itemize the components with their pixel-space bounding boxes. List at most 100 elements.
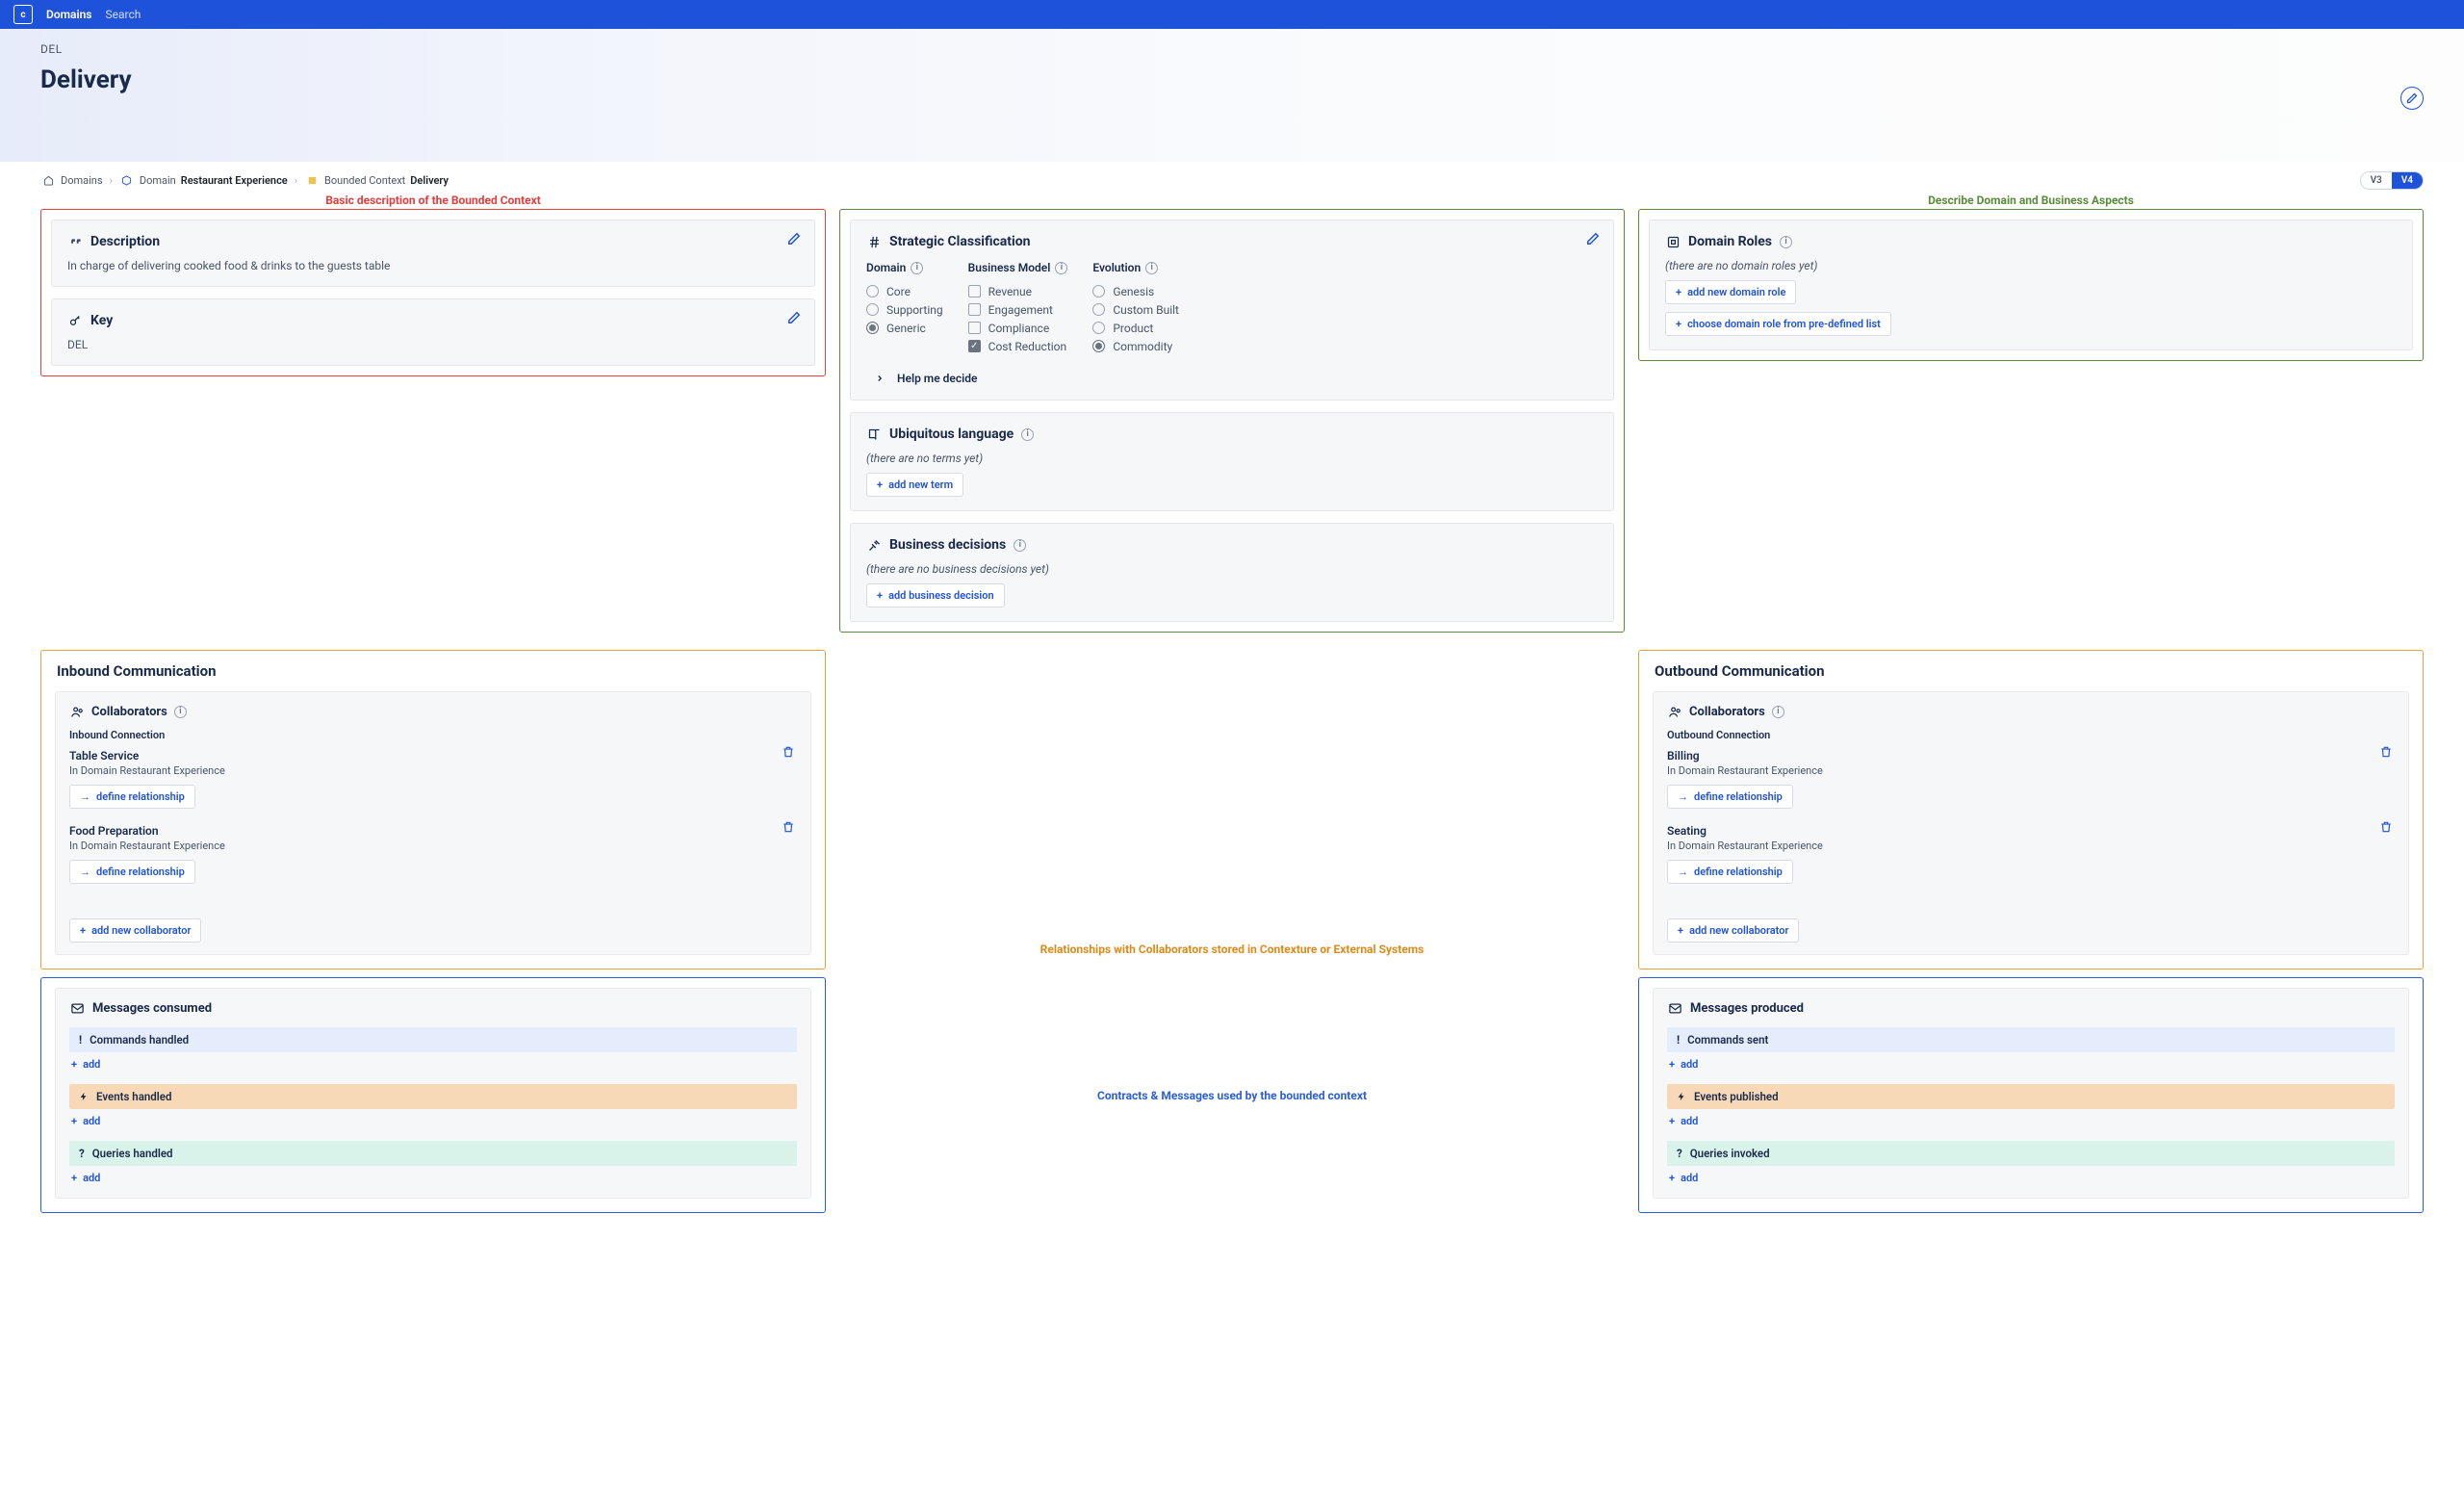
breadcrumb-domain[interactable]: Domain Restaurant Experience: [119, 173, 288, 189]
annotation-contracts: Contracts & Messages used by the bounded…: [1097, 1089, 1367, 1102]
define-relationship-button[interactable]: →define relationship: [69, 785, 195, 809]
inbound-collaborator-item: Table Service In Domain Restaurant Exper…: [69, 741, 797, 816]
basic-description-group: Description In charge of delivering cook…: [40, 209, 826, 376]
messages-produced-title: Messages produced: [1690, 1001, 1804, 1016]
strategic-domain-supporting[interactable]: Supporting: [866, 300, 943, 319]
tile-icon: [304, 173, 320, 189]
inbound-group: Inbound Communication Collaborators i In…: [40, 650, 826, 969]
delete-collaborator-button[interactable]: [2379, 820, 2395, 836]
bolt-icon: [1677, 1091, 1686, 1102]
breadcrumb-context[interactable]: Bounded Context Delivery: [304, 173, 449, 189]
breadcrumb-home[interactable]: Domains: [40, 173, 103, 189]
key-icon: [67, 313, 83, 328]
edit-key-button[interactable]: [785, 309, 803, 326]
add-command-sent-button[interactable]: +add: [1667, 1052, 1700, 1073]
inbound-title: Inbound Communication: [41, 651, 825, 685]
strategic-bm-compliance[interactable]: Compliance: [968, 319, 1068, 337]
version-toggle[interactable]: V3 V4: [2360, 171, 2424, 190]
description-title: Description: [90, 234, 160, 249]
bounded-context-code: DEL: [40, 42, 2424, 56]
add-inbound-collaborator-button[interactable]: +add new collaborator: [69, 918, 201, 943]
key-card: Key DEL: [51, 298, 815, 366]
queries-handled-header: ? Queries handled: [69, 1141, 797, 1166]
annotation-aspects: Describe Domain and Business Aspects: [1638, 194, 2424, 207]
add-event-published-button[interactable]: +add: [1667, 1109, 1700, 1129]
commands-sent-header: ! Commands sent: [1667, 1027, 2395, 1052]
inbound-collab-title: Collaborators: [91, 705, 167, 719]
chevron-right-icon: [872, 371, 887, 386]
chevron-right-icon: ›: [295, 174, 297, 187]
strategic-domain-generic[interactable]: Generic: [866, 319, 943, 337]
ubiquitous-title: Ubiquitous language: [889, 426, 1014, 442]
info-icon[interactable]: i: [1780, 236, 1792, 248]
info-icon[interactable]: i: [1145, 262, 1158, 274]
add-event-handled-button[interactable]: +add: [69, 1109, 102, 1129]
info-icon[interactable]: i: [1021, 428, 1034, 441]
bizdec-title: Business decisions: [889, 537, 1006, 553]
delete-collaborator-button[interactable]: [782, 820, 797, 836]
strategic-evo-custom[interactable]: Custom Built: [1092, 300, 1179, 319]
outbound-connection-label: Outbound Connection: [1667, 729, 2395, 741]
define-relationship-button[interactable]: →define relationship: [1667, 860, 1793, 884]
outbound-collaborator-item: Billing In Domain Restaurant Experience …: [1667, 741, 2395, 816]
events-handled-header: Events handled: [69, 1084, 797, 1109]
help-me-decide-button[interactable]: Help me decide: [866, 371, 1598, 386]
domain-roles-group: Domain Roles i (there are no domain role…: [1638, 209, 2424, 361]
roles-icon: [1665, 234, 1681, 249]
add-role-button[interactable]: +add new domain role: [1665, 280, 1796, 304]
question-icon: ?: [1677, 1147, 1682, 1160]
delete-collaborator-button[interactable]: [782, 745, 797, 761]
nav-search-link[interactable]: Search: [105, 8, 141, 21]
ubiquitous-card: Ubiquitous language i (there are no term…: [850, 412, 1614, 511]
envelope-out-icon: [1667, 1000, 1682, 1016]
version-v3[interactable]: V3: [2361, 172, 2392, 189]
question-icon: ?: [79, 1147, 85, 1160]
define-relationship-button[interactable]: →define relationship: [1667, 785, 1793, 809]
chevron-right-icon: ›: [110, 174, 113, 187]
edit-page-button[interactable]: [2400, 87, 2424, 110]
info-icon[interactable]: i: [174, 706, 187, 718]
strategic-bm-cost[interactable]: ✓Cost Reduction: [968, 337, 1068, 355]
define-relationship-button[interactable]: →define relationship: [69, 860, 195, 884]
strategic-domain-core[interactable]: Core: [866, 282, 943, 300]
key-title: Key: [90, 313, 113, 328]
strategic-evo-column: Evolutioni Genesis Custom Built Product …: [1092, 261, 1179, 355]
info-icon[interactable]: i: [1772, 706, 1784, 718]
add-command-handled-button[interactable]: +add: [69, 1052, 102, 1073]
brand-logo[interactable]: c: [13, 5, 33, 24]
nav-domains-link[interactable]: Domains: [46, 8, 91, 21]
outbound-collaborator-item: Seating In Domain Restaurant Experience …: [1667, 816, 2395, 892]
messages-consumed-title: Messages consumed: [92, 1001, 212, 1016]
delete-collaborator-button[interactable]: [2379, 745, 2395, 761]
exclamation-icon: !: [79, 1033, 82, 1047]
info-icon[interactable]: i: [911, 262, 923, 274]
edit-description-button[interactable]: [785, 230, 803, 247]
messages-consumed-card: Messages consumed ! Commands handled +ad…: [55, 988, 811, 1199]
bolt-icon: [79, 1091, 89, 1102]
quote-icon: [67, 234, 83, 249]
page-title: Delivery: [40, 65, 2424, 94]
roles-empty: (there are no domain roles yet): [1665, 259, 2397, 272]
add-term-button[interactable]: +add new term: [866, 473, 963, 497]
add-query-invoked-button[interactable]: +add: [1667, 1166, 1700, 1186]
strategic-domain-column: Domaini Core Supporting Generic: [866, 261, 943, 355]
inbound-collaborators-card: Collaborators i Inbound Connection Table…: [55, 691, 811, 955]
version-v4[interactable]: V4: [2392, 172, 2423, 189]
add-query-handled-button[interactable]: +add: [69, 1166, 102, 1186]
choose-role-button[interactable]: +choose domain role from pre-defined lis…: [1665, 312, 1891, 336]
commands-handled-header: ! Commands handled: [69, 1027, 797, 1052]
messages-produced-group: Messages produced ! Commands sent +add E…: [1638, 977, 2424, 1213]
domain-roles-card: Domain Roles i (there are no domain role…: [1649, 220, 2413, 350]
outbound-collab-title: Collaborators: [1689, 705, 1765, 719]
strategic-bm-revenue[interactable]: Revenue: [968, 282, 1068, 300]
info-icon[interactable]: i: [1014, 539, 1026, 552]
key-value: DEL: [67, 338, 799, 351]
add-outbound-collaborator-button[interactable]: +add new collaborator: [1667, 918, 1799, 943]
strategic-evo-commodity[interactable]: Commodity: [1092, 337, 1179, 355]
info-icon[interactable]: i: [1055, 262, 1067, 274]
strategic-evo-product[interactable]: Product: [1092, 319, 1179, 337]
edit-strategic-button[interactable]: [1584, 230, 1602, 247]
add-bizdec-button[interactable]: +add business decision: [866, 583, 1005, 607]
strategic-evo-genesis[interactable]: Genesis: [1092, 282, 1179, 300]
strategic-bm-engagement[interactable]: Engagement: [968, 300, 1068, 319]
